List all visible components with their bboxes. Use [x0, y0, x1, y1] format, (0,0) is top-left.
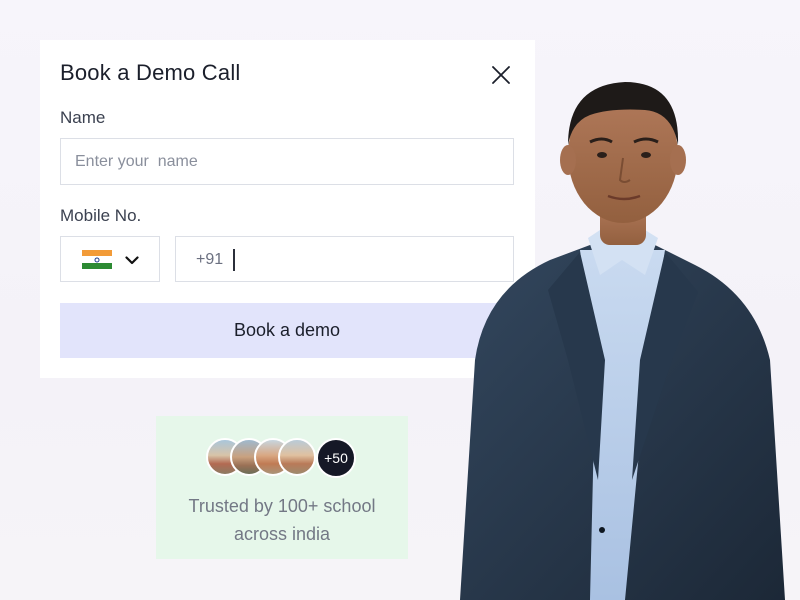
- text-cursor: [233, 249, 235, 271]
- chevron-down-icon: [124, 252, 140, 268]
- mobile-label: Mobile No.: [60, 206, 142, 225]
- modal-title: Book a Demo Call: [60, 60, 241, 85]
- dial-code: +91: [196, 251, 224, 268]
- more-schools-badge: +50: [316, 438, 356, 478]
- india-flag-icon: [82, 250, 112, 269]
- school-avatars: +50: [206, 438, 358, 478]
- presenter-photo: [440, 60, 800, 600]
- trust-panel: +50 Trusted by 100+ school across india: [156, 416, 408, 559]
- country-code-select[interactable]: [60, 236, 160, 282]
- trust-line-1: Trusted by 100+ school: [188, 496, 376, 516]
- name-label: Name: [60, 108, 106, 127]
- trust-line-2: across india: [233, 524, 331, 544]
- trust-text: Trusted by 100+ school across india: [156, 492, 408, 548]
- school-avatar: [278, 438, 316, 476]
